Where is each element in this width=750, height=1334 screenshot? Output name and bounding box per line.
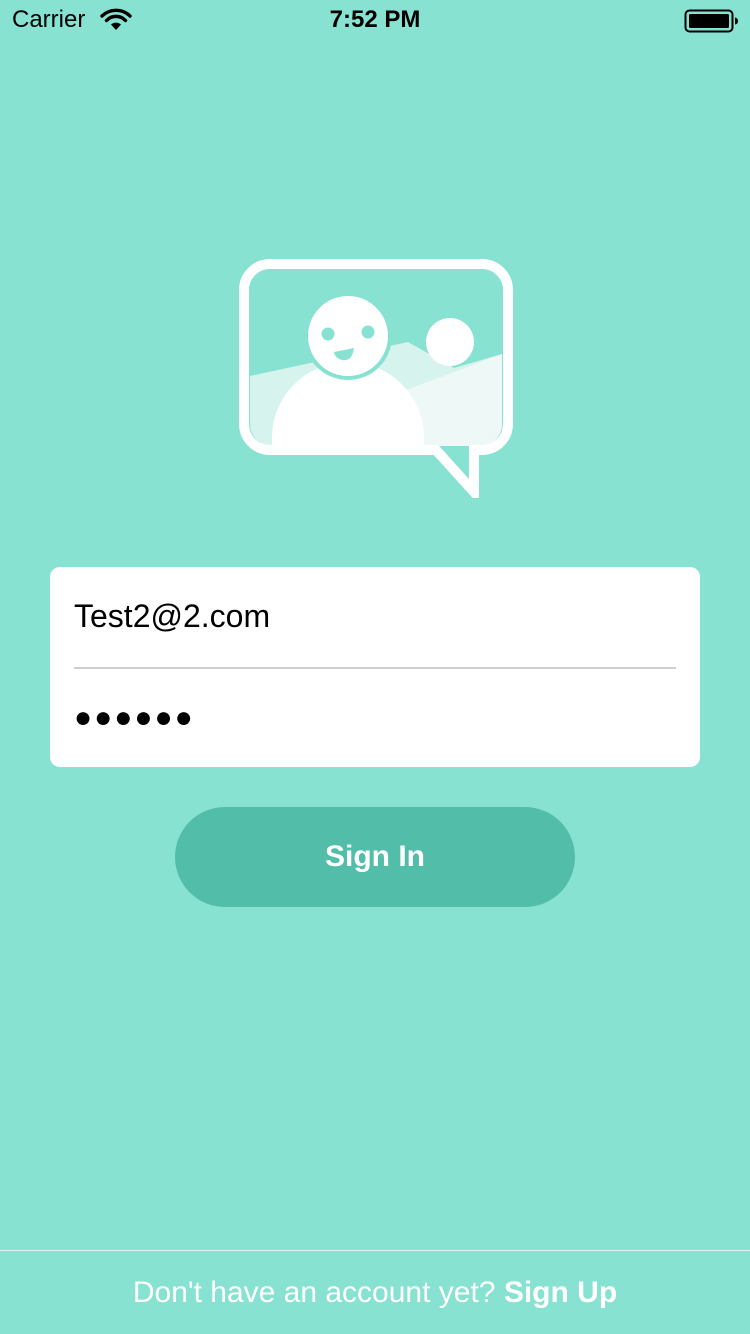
footer-prompt: Don't have an account yet? xyxy=(132,1276,504,1309)
sign-in-button[interactable]: Sign In xyxy=(175,807,575,907)
email-field[interactable] xyxy=(74,567,676,665)
footer: Don't have an account yet? Sign Up xyxy=(0,1251,750,1334)
battery-icon xyxy=(684,9,738,33)
sign-up-link[interactable]: Sign Up xyxy=(504,1276,617,1309)
login-form-card xyxy=(50,567,700,767)
status-bar: Carrier 7:52 PM xyxy=(0,0,750,40)
photo-chat-bubble-icon xyxy=(239,259,513,498)
clock-label: 7:52 PM xyxy=(329,6,421,33)
password-field[interactable] xyxy=(74,669,676,767)
